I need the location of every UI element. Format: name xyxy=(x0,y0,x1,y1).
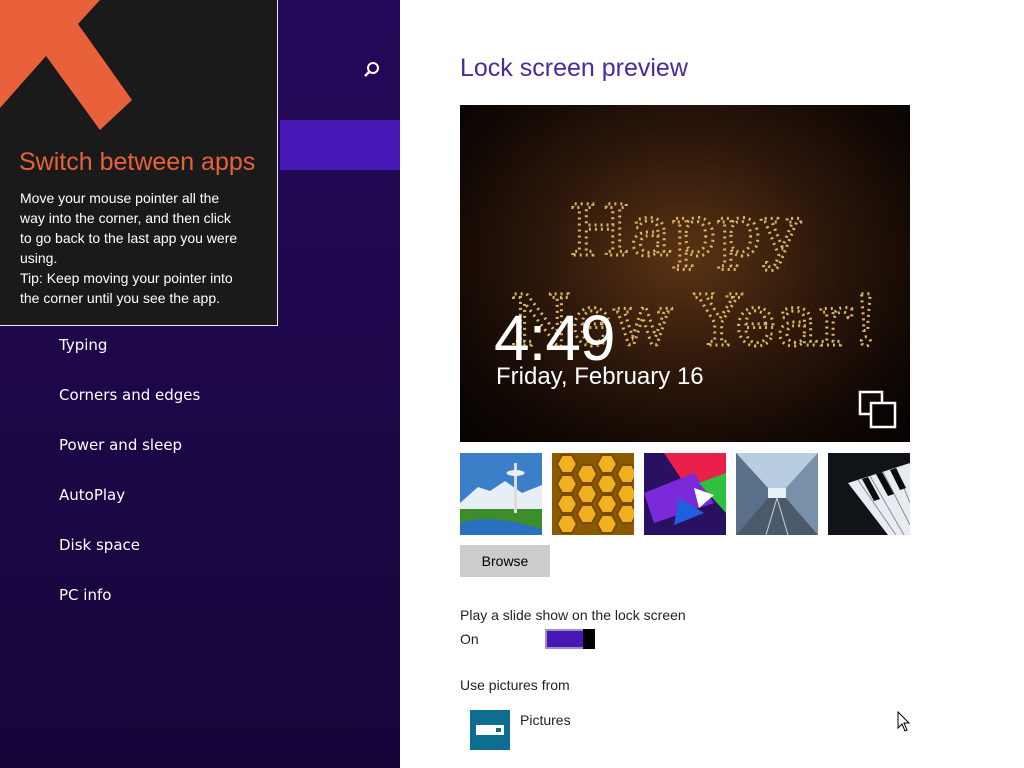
tip-title: Switch between apps xyxy=(19,148,256,176)
thumbnail-tunnel[interactable] xyxy=(736,453,818,535)
slideshow-icon xyxy=(858,390,897,429)
tip-line: way into the corner, and then click xyxy=(20,210,231,226)
slideshow-setting-label: Play a slide show on the lock screen xyxy=(460,607,686,623)
slideshow-toggle[interactable] xyxy=(545,629,595,649)
sidebar-item-autoplay[interactable]: AutoPlay xyxy=(59,483,125,507)
thumbnail-honeycomb[interactable] xyxy=(552,453,634,535)
tip-popup: Switch between apps Move your mouse poin… xyxy=(0,0,278,326)
tip-line: Move your mouse pointer all the xyxy=(20,190,220,206)
image-text: Happy xyxy=(569,190,801,272)
selected-nav-highlight[interactable] xyxy=(280,120,400,170)
sidebar-item-pc-info[interactable]: PC info xyxy=(59,583,111,607)
toggle-track xyxy=(545,629,585,649)
page-title: Lock screen preview xyxy=(460,54,688,82)
arrow-up-left-icon xyxy=(0,0,132,130)
sidebar-item-corners-and-edges[interactable]: Corners and edges xyxy=(59,383,200,407)
search-icon[interactable] xyxy=(360,58,384,82)
lock-date: Friday, February 16 xyxy=(496,363,704,390)
folder-icon[interactable] xyxy=(470,710,510,750)
toggle-knob[interactable] xyxy=(583,629,595,649)
lock-screen-preview: Happy New Year! 4:49 Friday, February 16 xyxy=(460,105,910,442)
use-pictures-label: Use pictures from xyxy=(460,677,570,693)
tip-body: Move your mouse pointer all the way into… xyxy=(20,188,265,308)
mouse-cursor-icon xyxy=(897,711,911,732)
browse-button[interactable]: Browse xyxy=(460,545,550,577)
tip-line: using. xyxy=(20,250,58,266)
slideshow-toggle-state: On xyxy=(460,631,479,647)
tip-line: Tip: Keep moving your pointer into xyxy=(20,270,233,286)
lock-screen-settings: Lock screen preview Happy New Year! 4:49… xyxy=(400,0,1024,768)
sidebar-item-power-and-sleep[interactable]: Power and sleep xyxy=(59,433,182,457)
thumbnail-piano-keys[interactable] xyxy=(828,453,910,535)
tip-line: the corner until you see the app. xyxy=(20,290,221,306)
tip-line: to go back to the last app you were xyxy=(20,230,238,246)
happy-new-year-image: Happy New Year! xyxy=(509,189,882,364)
thumbnail-space-needle[interactable] xyxy=(460,453,542,535)
sidebar-item-typing[interactable]: Typing xyxy=(59,333,107,357)
sidebar-item-disk-space[interactable]: Disk space xyxy=(59,533,140,557)
thumbnail-color-shapes[interactable] xyxy=(644,453,726,535)
pictures-folder-label[interactable]: Pictures xyxy=(520,712,571,728)
